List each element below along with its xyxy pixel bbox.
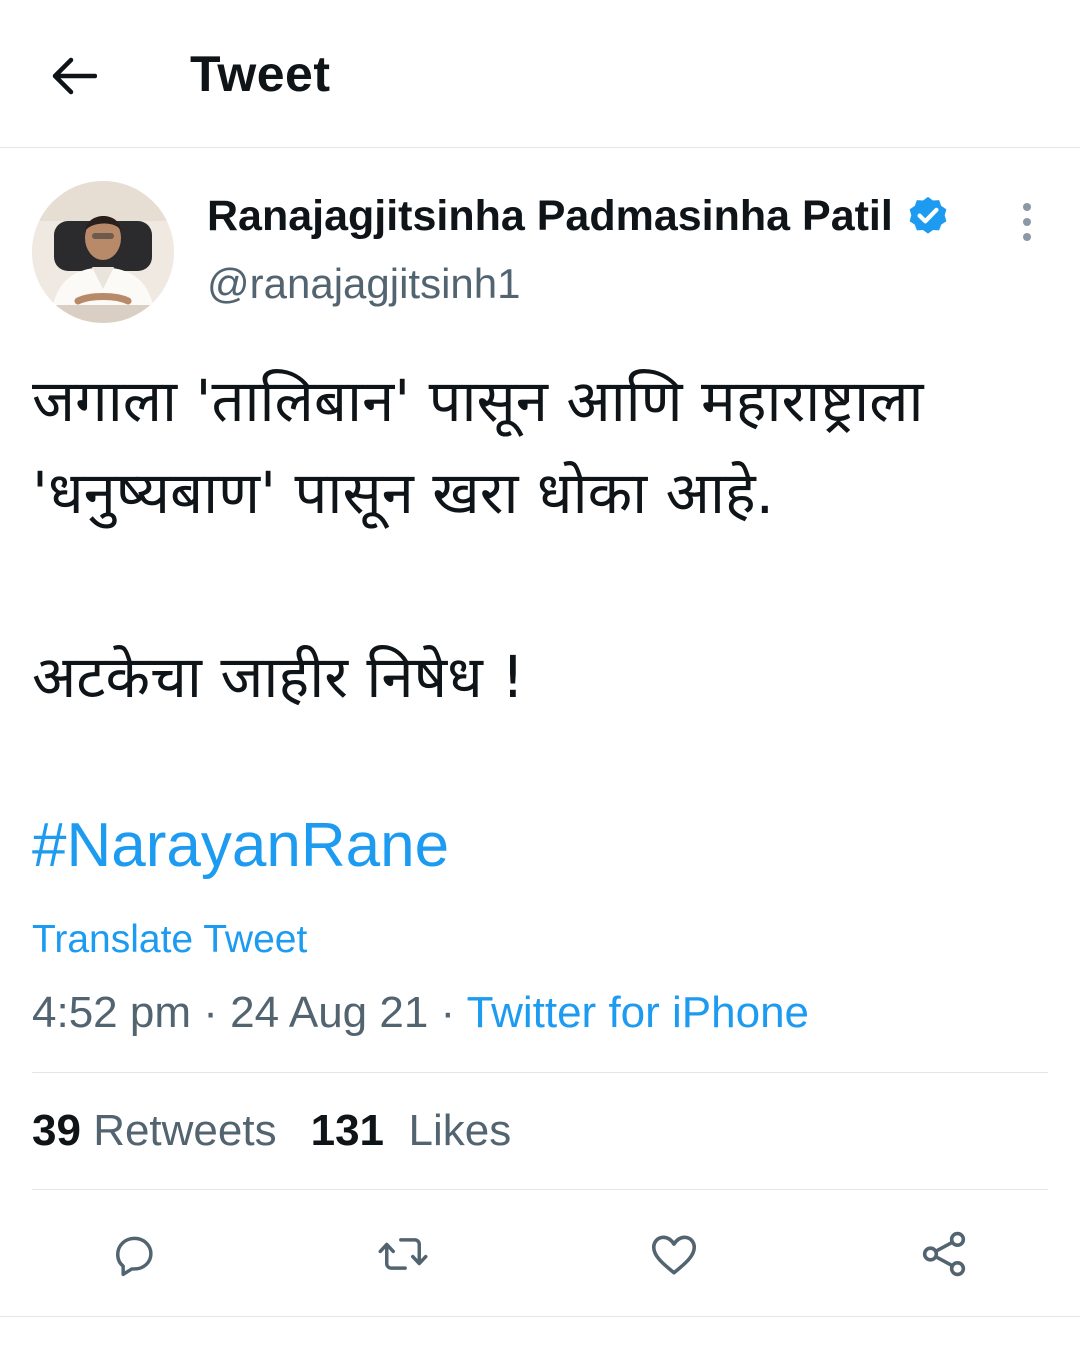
arrow-left-icon — [52, 57, 97, 95]
tweet-metadata: 4:52 pm · 24 Aug 21 · Twitter for iPhone — [32, 988, 809, 1038]
avatar-image — [32, 181, 174, 323]
tweet-text-line: जगाला 'तालिबान' पासून आणि महाराष्ट्राला — [32, 367, 924, 435]
heart-icon — [651, 1235, 697, 1275]
tweet-text: जगाला 'तालिबान' पासून आणि महाराष्ट्राला … — [32, 355, 1042, 723]
reply-button[interactable] — [104, 1224, 164, 1284]
avatar[interactable] — [32, 181, 174, 323]
tweet-text-line: अटकेचा जाहीर निषेध ! — [32, 643, 525, 711]
likes-count: 131 — [310, 1106, 385, 1155]
likes-label: Likes — [408, 1106, 512, 1155]
hashtag-link[interactable]: #NarayanRane — [32, 810, 449, 881]
verified-badge-icon — [909, 196, 947, 234]
back-button[interactable] — [44, 46, 104, 106]
more-vertical-icon — [1023, 203, 1031, 241]
retweets-label: Retweets — [93, 1106, 277, 1155]
engagement-stats: 39 Retweets 131 Likes — [32, 1106, 511, 1156]
tweet-text-line: 'धनुष्यबाण' पासून खरा धोका आहे. — [32, 459, 775, 527]
tweet-date[interactable]: 24 Aug 21 — [230, 988, 428, 1037]
display-name[interactable]: Ranajagjitsinha Padmasinha Patil — [207, 192, 893, 241]
like-button[interactable] — [644, 1224, 704, 1284]
user-handle[interactable]: @ranajagjitsinh1 — [207, 260, 520, 308]
author-name-row: Ranajagjitsinha Padmasinha Patil — [207, 192, 951, 241]
tweet-source-link[interactable]: Twitter for iPhone — [467, 988, 809, 1037]
page-title: Tweet — [190, 46, 331, 102]
share-icon — [922, 1231, 966, 1277]
share-button[interactable] — [914, 1224, 974, 1284]
divider — [32, 1072, 1048, 1073]
divider — [0, 1316, 1080, 1317]
retweets-count: 39 — [32, 1106, 81, 1155]
retweet-button[interactable] — [373, 1224, 433, 1284]
separator-dot: · — [203, 988, 218, 1037]
likes-stat[interactable]: 131 Likes — [311, 1106, 512, 1155]
retweet-icon — [378, 1238, 428, 1270]
retweets-stat[interactable]: 39 Retweets — [32, 1106, 277, 1155]
reply-icon — [116, 1236, 153, 1277]
translate-tweet-link[interactable]: Translate Tweet — [32, 918, 307, 962]
separator-dot: · — [440, 988, 456, 1037]
more-options-button[interactable] — [1005, 196, 1049, 248]
tweet-time[interactable]: 4:52 pm — [32, 988, 191, 1037]
action-bar — [0, 1190, 1080, 1315]
top-app-bar: Tweet — [0, 0, 1080, 148]
